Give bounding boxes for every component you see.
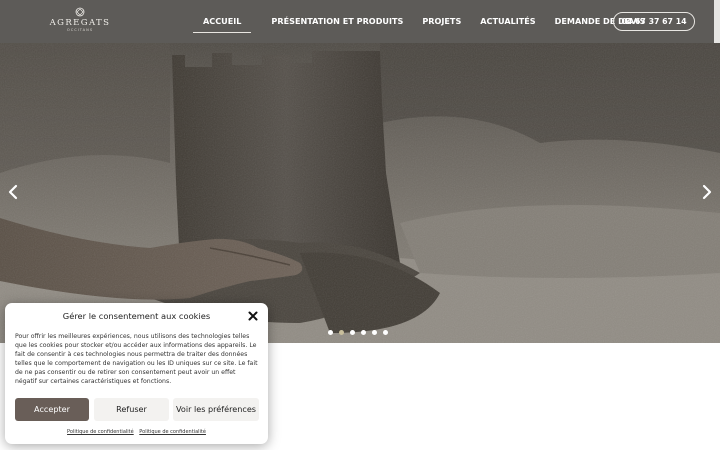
logo-name: AGREGATS: [49, 18, 111, 28]
nav-item-projets[interactable]: PROJETS: [422, 0, 461, 43]
cookie-description: Pour offrir les meilleures expériences, …: [15, 333, 258, 385]
hero-image: [0, 43, 720, 343]
cookie-consent-dialog: Gérer le consentement aux cookies Pour o…: [5, 303, 268, 444]
slider-dot[interactable]: [372, 330, 377, 335]
slider-dot[interactable]: [383, 330, 388, 335]
chevron-left-icon[interactable]: [3, 178, 23, 206]
close-icon[interactable]: [248, 311, 258, 321]
main-nav: ACCUEIL PRÉSENTATION ET PRODUITS PROJETS…: [193, 0, 664, 43]
preferences-button[interactable]: Voir les préférences: [173, 398, 259, 421]
chevron-right-icon[interactable]: [697, 178, 717, 206]
nav-item-presentation-produits[interactable]: PRÉSENTATION ET PRODUITS: [271, 0, 403, 43]
privacy-policy-link[interactable]: Politique de confidentialité: [67, 429, 134, 435]
logo[interactable]: AGREGATS OCCITANS: [48, 7, 112, 35]
slider-dot[interactable]: [350, 330, 355, 335]
slider-dot-active[interactable]: [339, 330, 344, 335]
cookie-links: Politique de confidentialité Politique d…: [5, 429, 268, 435]
phone-button[interactable]: 04 67 37 67 14: [613, 12, 695, 31]
site-header: AGREGATS OCCITANS ACCUEIL PRÉSENTATION E…: [0, 0, 720, 43]
slider-dots: [328, 330, 394, 335]
privacy-policy-link-2[interactable]: Politique de confidentialité: [139, 429, 206, 435]
refuse-button[interactable]: Refuser: [94, 398, 169, 421]
cookie-title: Gérer le consentement aux cookies: [62, 311, 211, 321]
nav-item-accueil[interactable]: ACCUEIL: [193, 0, 252, 43]
slider-dot[interactable]: [361, 330, 366, 335]
logo-subtitle: OCCITANS: [66, 28, 94, 32]
accept-button[interactable]: Accepter: [15, 398, 89, 421]
nav-item-actualites[interactable]: ACTUALITÉS: [480, 0, 535, 43]
page: AGREGATS OCCITANS ACCUEIL PRÉSENTATION E…: [0, 0, 720, 450]
logo-icon: [75, 7, 85, 17]
scrollbar[interactable]: [714, 0, 720, 43]
hero-slider: [0, 43, 720, 343]
slider-dot[interactable]: [328, 330, 333, 335]
